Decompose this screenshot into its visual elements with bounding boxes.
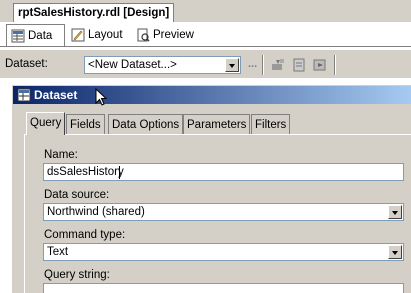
preview-icon [136,28,150,42]
edit-dataset-icon[interactable] [270,57,286,73]
layout-icon [71,28,85,42]
name-field[interactable]: dsSalesHistory [43,163,404,181]
tab-parameters[interactable]: Parameters [183,114,251,134]
tab-query[interactable]: Query [26,112,66,135]
tab-preview[interactable]: Preview [132,24,202,46]
tab-preview-label: Preview [153,29,194,41]
commandtype-label: Command type: [44,229,126,241]
dialog-title: Dataset [34,88,78,102]
commandtype-value: Text [47,246,69,258]
toolbar-separator-2 [334,55,336,75]
datasource-label: Data source: [44,189,110,201]
mouse-cursor-icon [95,87,109,108]
tab-fields[interactable]: Fields [66,114,105,134]
tab-layout[interactable]: Layout [67,24,127,46]
querystring-label: Query string: [44,269,110,281]
tab-divider [0,46,411,47]
dataset-label: Dataset: [5,58,48,70]
datasource-select[interactable]: Northwind (shared) [43,203,404,221]
tab-data[interactable]: Data [6,24,65,47]
more-options[interactable]: ... [248,58,257,70]
querystring-field[interactable] [43,283,404,293]
dataset-select[interactable]: <New Dataset...> [84,56,241,74]
delete-dataset-icon[interactable] [291,57,307,73]
name-field-value: dsSalesHistory [47,166,124,178]
data-icon [11,29,25,43]
toolbar-separator [262,55,264,75]
document-tab[interactable]: rptSalesHistory.rdl [Design] [13,3,175,22]
chevron-down-icon[interactable] [388,205,402,219]
name-label: Name: [44,149,78,161]
text-caret [119,166,120,179]
tab-data-options[interactable]: Data Options [108,114,184,134]
refresh-fields-icon[interactable] [312,57,328,73]
dataset-icon [17,88,31,102]
tab-filters[interactable]: Filters [251,114,291,134]
tab-data-label: Data [28,30,53,42]
dataset-select-value: <New Dataset...> [88,59,177,71]
commandtype-select[interactable]: Text [43,243,404,261]
chevron-down-icon[interactable] [225,58,239,72]
tab-layout-label: Layout [88,29,123,41]
chevron-down-icon[interactable] [388,245,402,259]
datasource-value: Northwind (shared) [47,206,145,218]
